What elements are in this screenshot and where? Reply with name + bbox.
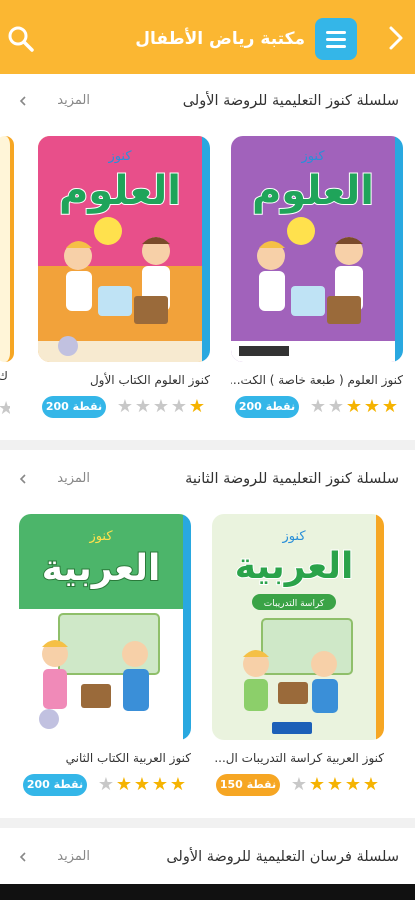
app-header: مكتبة رياض الأطفال [0, 0, 415, 74]
book-name: كنوز العربية كراسة التدريبات ال... [214, 751, 384, 765]
star-icon: ★ [362, 774, 380, 795]
search-icon[interactable] [6, 24, 36, 54]
menu-button[interactable] [315, 18, 357, 60]
book-cover: كنوز العربية [19, 514, 191, 740]
star-icon: ★ [170, 396, 188, 417]
rating-stars: ★ ★ ★ ★ ★ [309, 398, 399, 416]
chevron-right-icon[interactable] [385, 24, 407, 52]
star-icon: ★ [309, 396, 327, 417]
cover-title: العربية [235, 546, 354, 587]
star-icon: ★ [151, 774, 169, 795]
more-label: المزيد [57, 471, 90, 486]
book-name: كنوز العلوم الكتاب الأول [89, 373, 210, 387]
page-title: مكتبة رياض الأطفال [135, 29, 305, 49]
book-cover: كنوز العربية كراسة التدريبات [212, 514, 384, 740]
more-link[interactable]: المزيد [18, 845, 90, 869]
rating-stars: ★ ★ ★ ★ ★ [116, 398, 206, 416]
star-icon: ★ [345, 396, 363, 417]
star-icon: ★ [188, 396, 206, 417]
book-cover: كنوز العلوم [231, 136, 403, 362]
book-card[interactable]: كنوز العلوم كنوز العلوم ( طبعة خاصة ) ال… [231, 136, 403, 426]
book-name: كنوز العربية الكتاب الثاني [65, 751, 191, 765]
star-icon: ★ [327, 396, 345, 417]
section-divider [0, 818, 415, 828]
star-icon: ★ [381, 396, 399, 417]
star-icon: ★ [97, 774, 115, 795]
more-link[interactable]: المزيد [18, 89, 90, 113]
book-card[interactable]: كنوز العربية كنوز العربية الكتاب الثاني … [19, 514, 191, 804]
book-cover: كنوز العلوم [38, 136, 210, 362]
book-card[interactable]: كنوز العربية كراسة التدريبات كنوز العربي… [212, 514, 384, 804]
star-icon: ★ [115, 774, 133, 795]
more-label: المزيد [57, 93, 90, 108]
rating-stars: ★ ★ ★ ★ ★ [97, 776, 187, 794]
more-link[interactable]: المزيد [18, 467, 90, 491]
system-nav-bar [0, 884, 415, 900]
cover-series: كنوز [300, 149, 325, 164]
star-icon: ★ [133, 774, 151, 795]
star-icon: ★ [134, 396, 152, 417]
star-icon: ★ [344, 774, 362, 795]
chevron-left-icon [19, 852, 26, 862]
more-label: المزيد [57, 849, 90, 864]
chevron-left-icon [19, 474, 26, 484]
partial-stars: ★ [0, 398, 10, 416]
section-title: سلسلة فرسان التعليمية للروضة الأولى [166, 849, 399, 865]
section-title: سلسلة كنوز التعليمية للروضة الأولى [182, 93, 399, 109]
star-icon: ★ [363, 396, 381, 417]
chevron-left-icon [19, 96, 26, 106]
section-title: سلسلة كنوز التعليمية للروضة الثانية [185, 471, 399, 487]
cover-series: كنوز [107, 149, 132, 164]
star-icon: ★ [326, 774, 344, 795]
section-divider [0, 440, 415, 450]
partial-book-name: ك [0, 369, 8, 383]
rating-stars: ★ ★ ★ ★ ★ [290, 776, 380, 794]
points-badge: 200 نقطة [42, 396, 106, 418]
book-name: كنوز العلوم ( طبعة خاصة ) الكت... [231, 373, 403, 387]
book-card[interactable]: كنوز العلوم كنوز العلوم الكتاب الأول 200… [38, 136, 210, 426]
cover-subtitle: كراسة التدريبات [264, 599, 325, 609]
hamburger-menu-icon [326, 31, 346, 34]
book-card-partial[interactable] [0, 136, 14, 362]
cover-title: العربية [42, 548, 161, 589]
star-icon: ★ [308, 774, 326, 795]
book-cover [0, 136, 14, 362]
star-icon: ★ [290, 774, 308, 795]
cover-series: كنوز [281, 529, 306, 544]
star-icon: ★ [152, 396, 170, 417]
cover-title: العلوم [252, 168, 374, 214]
star-icon: ★ [116, 396, 134, 417]
points-badge: 200 نقطة [23, 774, 87, 796]
cover-title: العلوم [59, 168, 181, 214]
points-badge: 200 نقطة [235, 396, 299, 418]
star-icon: ★ [169, 774, 187, 795]
points-badge: 150 نقطة [216, 774, 280, 796]
cover-series: كنوز [88, 529, 113, 544]
